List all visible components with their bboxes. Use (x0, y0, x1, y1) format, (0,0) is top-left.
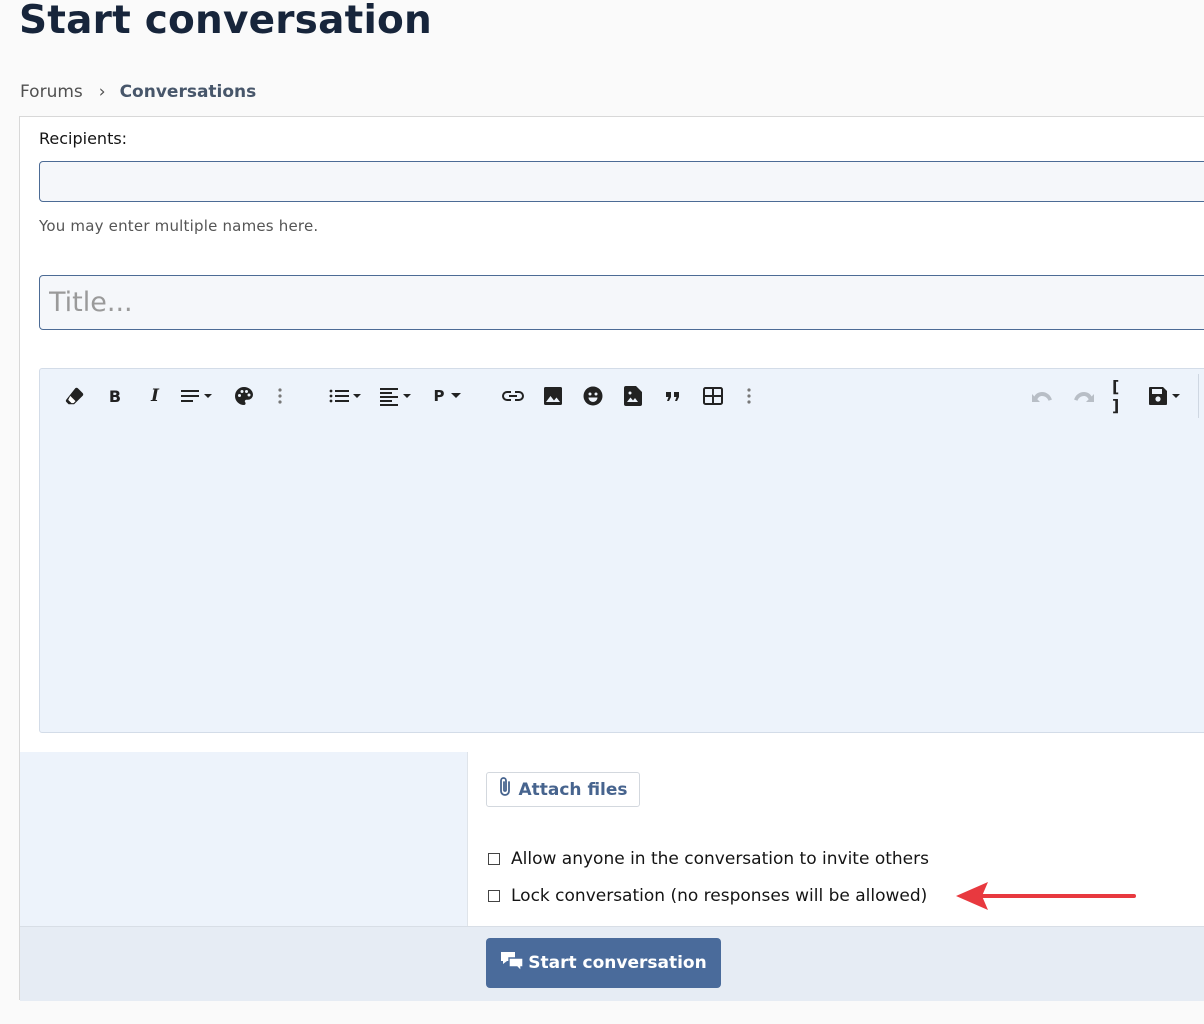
title-input[interactable] (39, 275, 1204, 330)
text-style-dropdown[interactable] (179, 383, 215, 409)
red-arrow-annotation (956, 882, 1136, 910)
conversation-icon (500, 950, 524, 977)
start-conversation-label: Start conversation (528, 953, 707, 973)
lock-conversation-label: Lock conversation (no responses will be … (511, 886, 928, 906)
message-editor[interactable] (39, 368, 1204, 733)
link-icon[interactable] (501, 383, 525, 409)
breadcrumb: Forums › Conversations (20, 82, 256, 102)
page-title: Start conversation (19, 0, 432, 43)
attach-files-label: Attach files (518, 779, 628, 800)
more-vertical-icon[interactable] (272, 383, 288, 409)
more-vertical-icon[interactable] (741, 383, 757, 409)
bbcode-toggle-icon[interactable]: [ ] (1112, 377, 1134, 415)
breadcrumb-separator: › (98, 82, 106, 102)
eraser-icon[interactable] (62, 383, 88, 409)
palette-icon[interactable] (233, 383, 255, 409)
italic-icon[interactable]: I (144, 383, 166, 409)
paperclip-icon (498, 776, 512, 803)
invite-others-label: Allow anyone in the conversation to invi… (511, 849, 929, 869)
toolbar-divider (1198, 374, 1199, 418)
invite-others-checkbox[interactable] (488, 853, 500, 865)
recipients-input[interactable] (39, 161, 1204, 202)
attach-files-button[interactable]: Attach files (486, 772, 640, 807)
align-dropdown[interactable] (378, 383, 414, 409)
left-column (20, 752, 468, 926)
recipients-hint: You may enter multiple names here. (39, 217, 319, 235)
redo-icon[interactable] (1071, 383, 1095, 409)
lock-conversation-checkbox[interactable] (488, 890, 500, 902)
lock-conversation-option[interactable]: Lock conversation (no responses will be … (488, 886, 927, 906)
breadcrumb-conversations-link[interactable]: Conversations (120, 82, 257, 102)
media-icon[interactable] (622, 383, 644, 409)
quote-icon[interactable] (662, 383, 684, 409)
table-icon[interactable] (702, 383, 724, 409)
start-conversation-button[interactable]: Start conversation (486, 938, 721, 988)
save-draft-dropdown[interactable] (1148, 383, 1182, 409)
breadcrumb-forums-link[interactable]: Forums (20, 82, 83, 102)
recipients-label: Recipients: (39, 129, 128, 148)
paragraph-dropdown[interactable]: P (430, 383, 464, 409)
smiley-icon[interactable] (582, 383, 604, 409)
bold-icon[interactable]: B (104, 383, 126, 409)
image-icon[interactable] (542, 383, 564, 409)
invite-others-option[interactable]: Allow anyone in the conversation to invi… (488, 849, 929, 869)
undo-icon[interactable] (1031, 383, 1055, 409)
paragraph-label: P (433, 387, 445, 405)
list-dropdown[interactable] (328, 383, 364, 409)
